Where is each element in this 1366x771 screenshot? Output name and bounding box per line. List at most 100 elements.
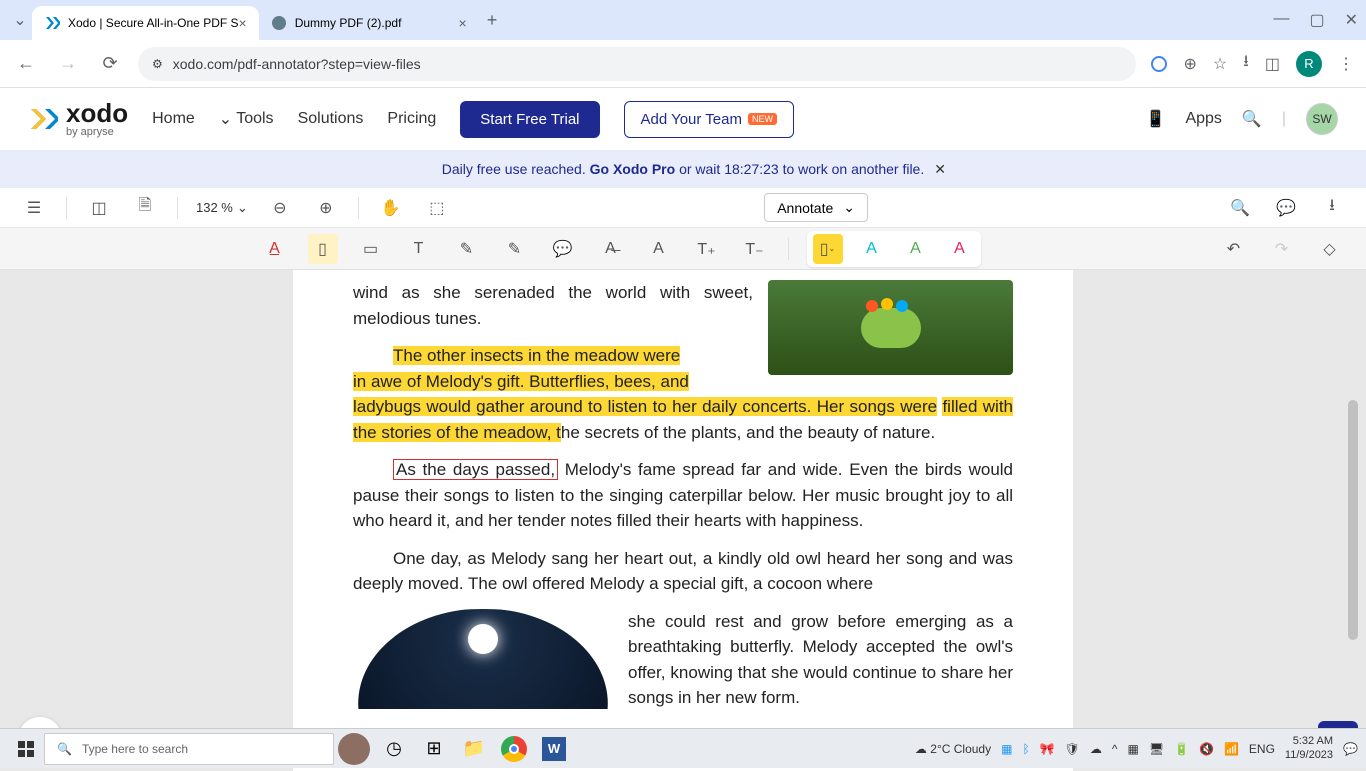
chevron-down-icon: ⌄ xyxy=(237,200,248,216)
download-icon[interactable]: ⭳ xyxy=(1243,50,1249,77)
search-icon[interactable]: 🔍 xyxy=(1226,194,1254,222)
mobile-icon[interactable]: 📱 xyxy=(1146,109,1166,129)
chrome-icon[interactable] xyxy=(494,733,534,765)
taskview-icon[interactable]: ⊞ xyxy=(414,733,454,765)
add-team-button[interactable]: Add Your TeamNEW xyxy=(624,101,794,138)
site-settings-icon[interactable]: ⚙ xyxy=(152,57,163,71)
install-icon[interactable]: ⊕ xyxy=(1184,54,1197,74)
nav-home[interactable]: Home xyxy=(152,110,195,128)
promo-banner: Daily free use reached. Go Xodo Pro or w… xyxy=(0,150,1366,188)
scrollbar-thumb[interactable] xyxy=(1348,400,1358,640)
network-icon[interactable]: ▦ xyxy=(1127,742,1138,756)
tray-icon[interactable]: 🎀 xyxy=(1040,742,1055,756)
note-tool[interactable]: 💬 xyxy=(548,234,578,264)
color-cyan[interactable]: A xyxy=(857,234,887,264)
tray-up-icon[interactable]: ^ xyxy=(1112,742,1118,756)
close-window-icon[interactable]: ✕ xyxy=(1345,10,1358,30)
display-icon[interactable]: 🖥 xyxy=(1149,742,1164,756)
color-yellow[interactable]: ▯⌄ xyxy=(813,234,843,264)
explorer-icon[interactable]: 📁 xyxy=(454,733,494,765)
globe-favicon xyxy=(271,15,287,31)
google-icon[interactable] xyxy=(1150,55,1168,73)
logo[interactable]: xodo by apryse xyxy=(28,100,128,138)
wifi-icon[interactable]: 📶 xyxy=(1224,742,1239,756)
apps-link[interactable]: Apps xyxy=(1185,110,1221,128)
underline-tool[interactable]: A̲ xyxy=(260,234,290,264)
user-avatar[interactable]: SW xyxy=(1306,103,1338,135)
forward-button[interactable]: → xyxy=(54,50,82,78)
tabs-dropdown-icon[interactable]: ⌄ xyxy=(8,10,32,30)
text-tool-1[interactable]: T₊ xyxy=(692,234,722,264)
start-trial-button[interactable]: Start Free Trial xyxy=(460,101,599,138)
chevron-down-icon: ⌄ xyxy=(843,199,855,216)
highlight-tool[interactable]: ▯ xyxy=(308,234,338,264)
zoom-in-icon[interactable]: ⊕ xyxy=(312,194,340,222)
bluetooth-icon[interactable]: ᛒ xyxy=(1022,742,1029,756)
weather-widget[interactable]: ☁ 2°C Cloudy xyxy=(915,742,991,756)
rectangle-tool[interactable]: ▭ xyxy=(356,234,386,264)
freetext-tool[interactable]: T xyxy=(404,234,434,264)
taskbar-search[interactable]: 🔍 Type here to search xyxy=(44,733,334,765)
language-indicator[interactable]: ENG xyxy=(1249,742,1275,756)
banner-link[interactable]: Go Xodo Pro xyxy=(590,161,676,177)
page-icon[interactable]: 🗎 xyxy=(131,194,159,222)
close-icon[interactable]: × xyxy=(459,15,467,31)
download-icon[interactable]: ⭳ xyxy=(1318,194,1346,222)
mode-dropdown[interactable]: Annotate⌄ xyxy=(764,193,868,222)
address-bar: ← → ⟳ ⚙ xodo.com/pdf-annotator?step=view… xyxy=(0,40,1366,88)
url-input[interactable]: ⚙ xodo.com/pdf-annotator?step=view-files xyxy=(138,47,1136,81)
viewer-toolbar: ☰ ◫ 🗎 132 % ⌄ ⊖ ⊕ ✋ ⬚ Annotate⌄ 🔍 💬 ⭳ xyxy=(0,188,1366,228)
banner-time: 18:27:23 xyxy=(724,161,779,177)
tab-inactive[interactable]: Dummy PDF (2).pdf × xyxy=(259,6,479,40)
menu-icon[interactable]: ☰ xyxy=(20,194,48,222)
redo-icon[interactable]: ↷ xyxy=(1267,234,1297,264)
select-icon[interactable]: ⬚ xyxy=(423,194,451,222)
browser-tabstrip: ⌄ Xodo | Secure All-in-One PDF S × Dummy… xyxy=(0,0,1366,40)
text-tool-2[interactable]: T₋ xyxy=(740,234,770,264)
banner-close-icon[interactable]: ✕ xyxy=(934,161,946,178)
sidepanel-icon[interactable]: ◫ xyxy=(1265,54,1280,74)
freehand-tool[interactable]: ✎ xyxy=(452,234,482,264)
back-button[interactable]: ← xyxy=(12,50,40,78)
nav-pricing[interactable]: Pricing xyxy=(387,110,436,128)
menu-icon[interactable]: ⋮ xyxy=(1338,54,1354,74)
nav-solutions[interactable]: Solutions xyxy=(298,110,364,128)
close-icon[interactable]: × xyxy=(239,15,247,31)
bookmark-icon[interactable]: ☆ xyxy=(1213,54,1227,74)
squiggly-tool[interactable]: A xyxy=(644,234,674,264)
zoom-level[interactable]: 132 % ⌄ xyxy=(196,200,248,216)
onedrive-icon[interactable]: ☁ xyxy=(1090,742,1102,756)
zoom-out-icon[interactable]: ⊖ xyxy=(266,194,294,222)
tab-active[interactable]: Xodo | Secure All-in-One PDF S × xyxy=(32,6,259,40)
volume-icon[interactable]: 🔇 xyxy=(1199,742,1214,756)
document-viewport[interactable]: wind as she serenaded the world with swe… xyxy=(0,270,1366,771)
search-icon: 🔍 xyxy=(57,742,72,756)
search-icon[interactable]: 🔍 xyxy=(1242,109,1262,129)
word-icon[interactable]: W xyxy=(534,733,574,765)
nav-tools[interactable]: ⌄Tools xyxy=(219,109,274,129)
marker-tool[interactable]: ✎ xyxy=(500,234,530,264)
eraser-icon[interactable]: ◇ xyxy=(1315,234,1345,264)
pan-icon[interactable]: ✋ xyxy=(377,194,405,222)
battery-icon[interactable]: 🔋 xyxy=(1174,742,1189,756)
strikeout-tool[interactable]: A̶ xyxy=(596,234,626,264)
new-tab-button[interactable]: + xyxy=(487,10,498,31)
start-button[interactable] xyxy=(8,733,44,765)
reload-button[interactable]: ⟳ xyxy=(96,50,124,78)
assist-icon[interactable]: ◷ xyxy=(374,733,414,765)
notifications-icon[interactable]: 💬 xyxy=(1343,742,1358,756)
profile-avatar[interactable]: R xyxy=(1296,51,1322,77)
banner-mid: or wait xyxy=(675,161,724,177)
cortana-avatar[interactable] xyxy=(334,733,374,765)
color-pink[interactable]: A xyxy=(945,234,975,264)
maximize-icon[interactable]: ▢ xyxy=(1309,10,1324,30)
undo-icon[interactable]: ↶ xyxy=(1219,234,1249,264)
minimize-icon[interactable]: — xyxy=(1273,10,1289,30)
comments-icon[interactable]: 💬 xyxy=(1272,194,1300,222)
panel-icon[interactable]: ◫ xyxy=(85,194,113,222)
color-green[interactable]: A xyxy=(901,234,931,264)
tray-box-icon[interactable]: ▦ xyxy=(1001,742,1012,756)
clock[interactable]: 5:32 AM 11/9/2023 xyxy=(1285,735,1333,761)
security-icon[interactable]: 🛡 xyxy=(1065,742,1080,756)
annotate-toolbar: A̲ ▯ ▭ T ✎ ✎ 💬 A̶ A T₊ T₋ ▯⌄ A A A ↶ ↷ ◇ xyxy=(0,228,1366,270)
